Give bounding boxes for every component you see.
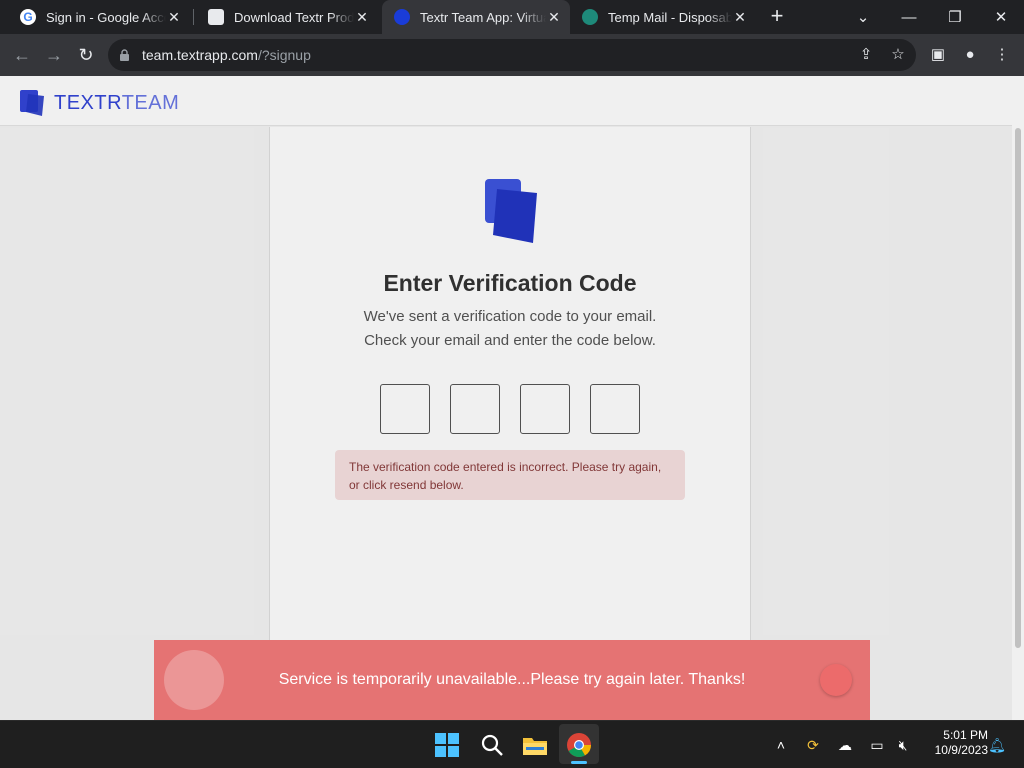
share-icon[interactable]: ⇪ (856, 45, 876, 65)
tab-textr-team[interactable]: Textr Team App: Virtual ✕ (382, 0, 570, 34)
reload-button[interactable]: ↻ (74, 45, 98, 65)
close-icon[interactable]: ✕ (732, 9, 748, 25)
system-clock[interactable]: 5:01 PM 10/9/2023 (918, 728, 988, 758)
chrome-menu-icon[interactable]: ⋮ (992, 45, 1012, 65)
lock-icon[interactable] (120, 48, 129, 61)
toast-close-button[interactable] (820, 664, 852, 696)
forward-button[interactable]: → (42, 45, 66, 65)
error-toast: Service is temporarily unavailable...Ple… (154, 640, 870, 720)
new-tab-button[interactable]: + (764, 5, 790, 29)
restore-button[interactable]: ❐ (932, 0, 978, 34)
close-icon[interactable]: ✕ (354, 9, 370, 25)
tab-strip: G Sign in - Google Accounts ✕ Download T… (0, 0, 1024, 34)
side-panel-icon[interactable]: ▣ (928, 45, 948, 65)
clock-time: 5:01 PM (943, 728, 988, 742)
close-icon[interactable]: ✕ (546, 9, 562, 25)
temp-mail-icon (582, 9, 598, 25)
onedrive-icon[interactable]: ☁ (836, 736, 854, 754)
volume-muted-icon[interactable]: 🔇︎ (894, 736, 912, 754)
scrollbar-thumb[interactable] (1015, 128, 1021, 648)
back-button[interactable]: ← (10, 45, 34, 65)
tab-title: Sign in - Google Accounts (46, 9, 166, 25)
textr-download-icon (208, 9, 224, 25)
notification-bell-icon[interactable]: 🔔︎ (988, 736, 1006, 754)
dim-overlay (0, 76, 1024, 720)
tab-title: Textr Team App: Virtual (420, 9, 546, 25)
chevron-up-icon[interactable]: ˄ (772, 736, 790, 754)
toast-decoration (164, 650, 224, 710)
tab-download-textr[interactable]: Download Textr Products ✕ (196, 0, 378, 34)
tab-google-signin[interactable]: G Sign in - Google Accounts ✕ (8, 0, 190, 34)
toast-message: Service is temporarily unavailable...Ple… (278, 671, 746, 688)
active-app-indicator (571, 761, 587, 764)
url-text[interactable]: team.textrapp.com/?signup (142, 47, 311, 63)
tab-temp-mail[interactable]: Temp Mail - Disposable ✕ (570, 0, 756, 34)
google-icon: G (20, 9, 36, 25)
profile-icon[interactable]: ● (960, 45, 980, 65)
search-icon[interactable] (479, 732, 505, 758)
tab-search-button[interactable]: ⌄ (840, 0, 886, 34)
textr-icon (394, 9, 410, 25)
tab-title: Temp Mail - Disposable (608, 9, 732, 25)
close-icon[interactable]: ✕ (166, 9, 182, 25)
network-icon[interactable]: ▭ (868, 736, 886, 754)
windows-start-icon[interactable] (434, 732, 460, 758)
file-explorer-icon[interactable] (522, 732, 548, 758)
minimize-button[interactable]: — (886, 0, 932, 34)
window-close-button[interactable]: ✕ (978, 0, 1024, 34)
page-viewport: TEXTRTEAM Enter Verification Code We've … (0, 76, 1024, 720)
chrome-icon[interactable] (566, 732, 592, 758)
bookmark-star-icon[interactable]: ☆ (888, 45, 908, 65)
tab-separator (193, 9, 194, 25)
tab-title: Download Textr Products (234, 9, 354, 25)
page-scrollbar[interactable] (1012, 76, 1024, 720)
sync-icon[interactable]: ⟳ (804, 736, 822, 754)
clock-date: 10/9/2023 (934, 743, 988, 757)
